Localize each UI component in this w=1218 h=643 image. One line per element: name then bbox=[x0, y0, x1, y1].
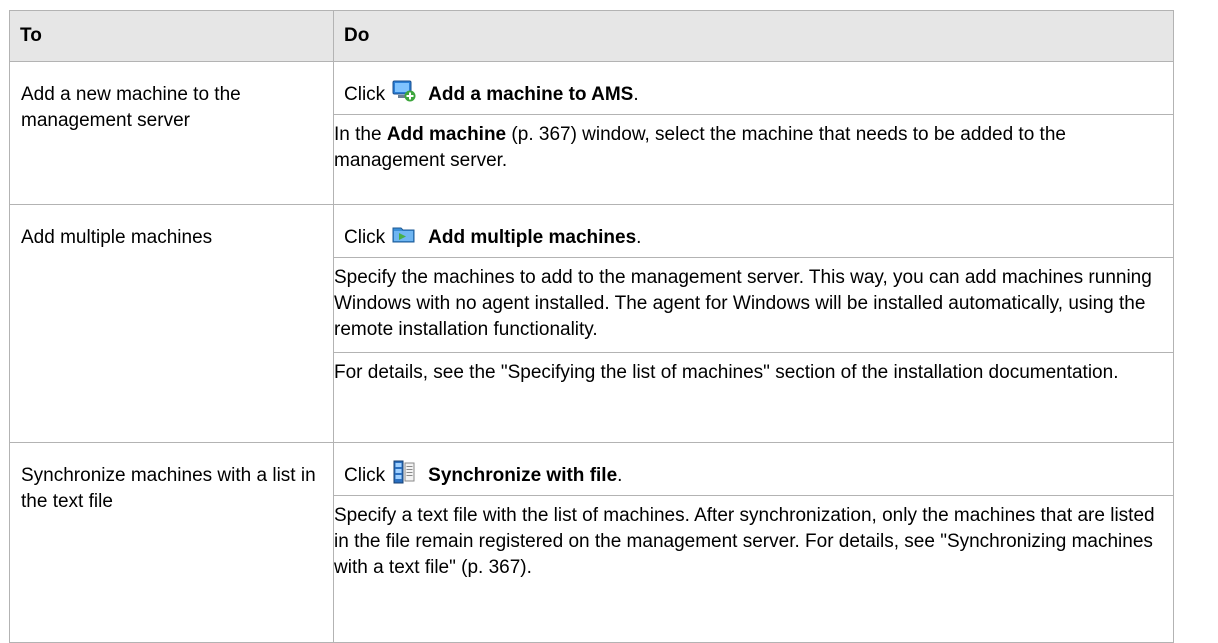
click-label: Click bbox=[344, 465, 386, 486]
add-machine-icon bbox=[392, 79, 416, 103]
description-paragraph: Specify the machines to add to the manag… bbox=[334, 258, 1173, 353]
actions-table: To Do Add a new machine to the managemen… bbox=[9, 10, 1174, 643]
synchronize-file-icon bbox=[392, 460, 416, 484]
header-do: Do bbox=[333, 10, 1174, 62]
click-instruction: Click Synchronize with file . bbox=[334, 443, 1173, 496]
click-instruction: Click Add multiple machines. bbox=[334, 205, 1173, 258]
action-cell: Click Synchronize with file . Specify a … bbox=[333, 442, 1174, 643]
action-name: Synchronize with file bbox=[428, 465, 618, 486]
click-label: Click bbox=[344, 84, 386, 105]
click-label: Click bbox=[344, 227, 386, 248]
table-row: Add a new machine to the management serv… bbox=[9, 61, 1174, 205]
header-to: To bbox=[9, 10, 334, 62]
action-cell: Click Add multiple machines. Specify the… bbox=[333, 204, 1174, 443]
link-add-machine[interactable]: Add machine bbox=[387, 124, 506, 145]
action-name: Add a machine to AMS bbox=[428, 84, 634, 105]
click-instruction: Click Add a machine to AMS. bbox=[334, 62, 1173, 115]
task-cell: Add a new machine to the management serv… bbox=[9, 61, 334, 205]
table-row: Add multiple machines Click Add multiple… bbox=[9, 204, 1174, 443]
add-multiple-machines-icon bbox=[392, 222, 416, 246]
table-row: Synchronize machines with a list in the … bbox=[9, 442, 1174, 643]
description-paragraph: For details, see the "Specifying the lis… bbox=[334, 362, 1119, 383]
description-paragraph: Specify a text file with the list of mac… bbox=[334, 505, 1155, 578]
task-cell: Add multiple machines bbox=[9, 204, 334, 443]
action-cell: Click Add a machine to AMS. In the Add m… bbox=[333, 61, 1174, 205]
task-cell: Synchronize machines with a list in the … bbox=[9, 442, 334, 643]
description-paragraph: In the Add machine (p. 367) window, sele… bbox=[334, 124, 1066, 171]
action-name: Add multiple machines bbox=[428, 227, 637, 248]
